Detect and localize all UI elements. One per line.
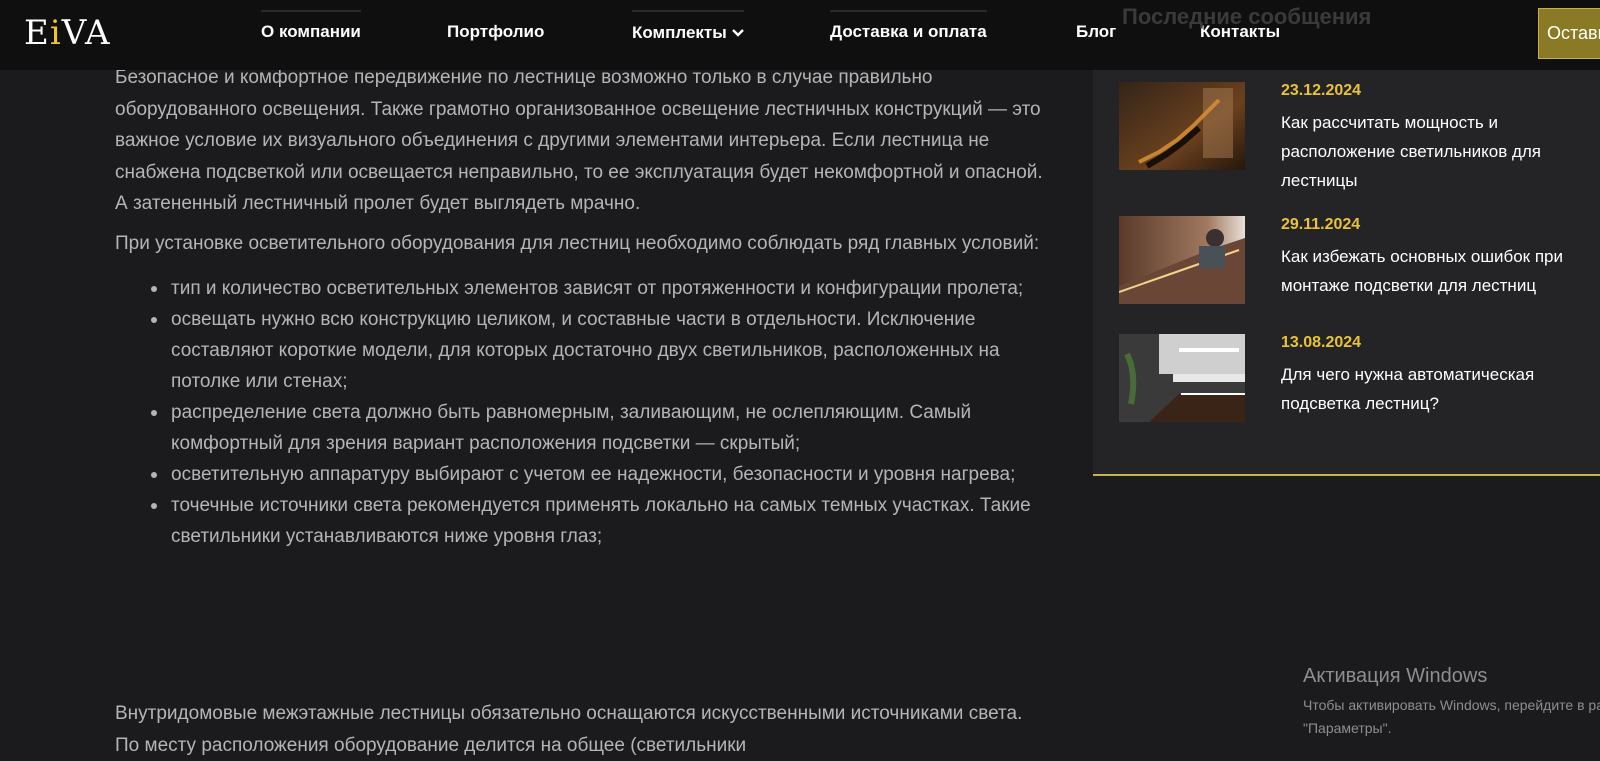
post-title-link[interactable]: Как избежать основных ошибок при монтаже… (1281, 242, 1581, 300)
post-date: 29.11.2024 (1281, 216, 1361, 233)
bullet-icon (151, 410, 157, 416)
chevron-down-icon (731, 22, 744, 42)
recent-posts-sidebar: 23.12.2024 Как рассчитать мощность и рас… (1093, 70, 1600, 476)
nav-blog[interactable]: Блог (1076, 22, 1116, 42)
bullet-icon (151, 503, 157, 509)
list-item: точечные источники света рекомендуется п… (151, 490, 1045, 552)
post-date: 13.08.2024 (1281, 334, 1362, 351)
conditions-list: тип и количество осветительных элементов… (115, 273, 1045, 552)
article-paragraph: При установке осветительного оборудовани… (115, 232, 1040, 254)
list-item: тип и количество осветительных элементов… (151, 273, 1045, 304)
article-body: Безопасное и комфортное передвижение по … (115, 62, 1045, 552)
list-item: осветительную аппаратуру выбирают с учет… (151, 459, 1045, 490)
list-item: освещать нужно всю конструкцию целиком, … (151, 304, 1045, 397)
request-button[interactable]: Оставить заявку (1538, 8, 1600, 59)
nav-portfolio[interactable]: Портфолио (447, 22, 544, 42)
post-title-link[interactable]: Для чего нужна автоматическая подсветка … (1281, 360, 1581, 418)
recent-post-item[interactable]: 29.11.2024 Как избежать основных ошибок … (1119, 216, 1599, 306)
logo[interactable]: EiVA (24, 13, 111, 53)
list-item: распределение света должно быть равномер… (151, 397, 1045, 459)
recent-post-item[interactable]: 13.08.2024 Для чего нужна автоматическая… (1119, 334, 1599, 424)
post-title-link[interactable]: Как рассчитать мощность и расположение с… (1281, 108, 1581, 195)
article-paragraph: Внутридомовые межэтажные лестницы обязат… (115, 703, 1023, 756)
bullet-icon (151, 317, 157, 323)
post-thumbnail[interactable] (1119, 334, 1245, 422)
sidebar-heading: Последние сообщения (1122, 4, 1372, 29)
nav-about[interactable]: О компании (261, 10, 361, 42)
nav-delivery[interactable]: Доставка и оплата (830, 10, 987, 42)
recent-post-item[interactable]: 23.12.2024 Как рассчитать мощность и рас… (1119, 82, 1599, 190)
bullet-icon (151, 286, 157, 292)
windows-activation-title: Активация Windows (1303, 665, 1488, 687)
post-thumbnail[interactable] (1119, 216, 1245, 304)
windows-activation-text: Чтобы активировать Windows, перейдите в … (1303, 697, 1600, 736)
bullet-icon (151, 472, 157, 478)
post-thumbnail[interactable] (1119, 82, 1245, 170)
article-paragraph: Безопасное и комфортное передвижение по … (115, 67, 1043, 214)
nav-kits[interactable]: Комплекты (632, 10, 744, 43)
post-date: 23.12.2024 (1281, 82, 1362, 99)
